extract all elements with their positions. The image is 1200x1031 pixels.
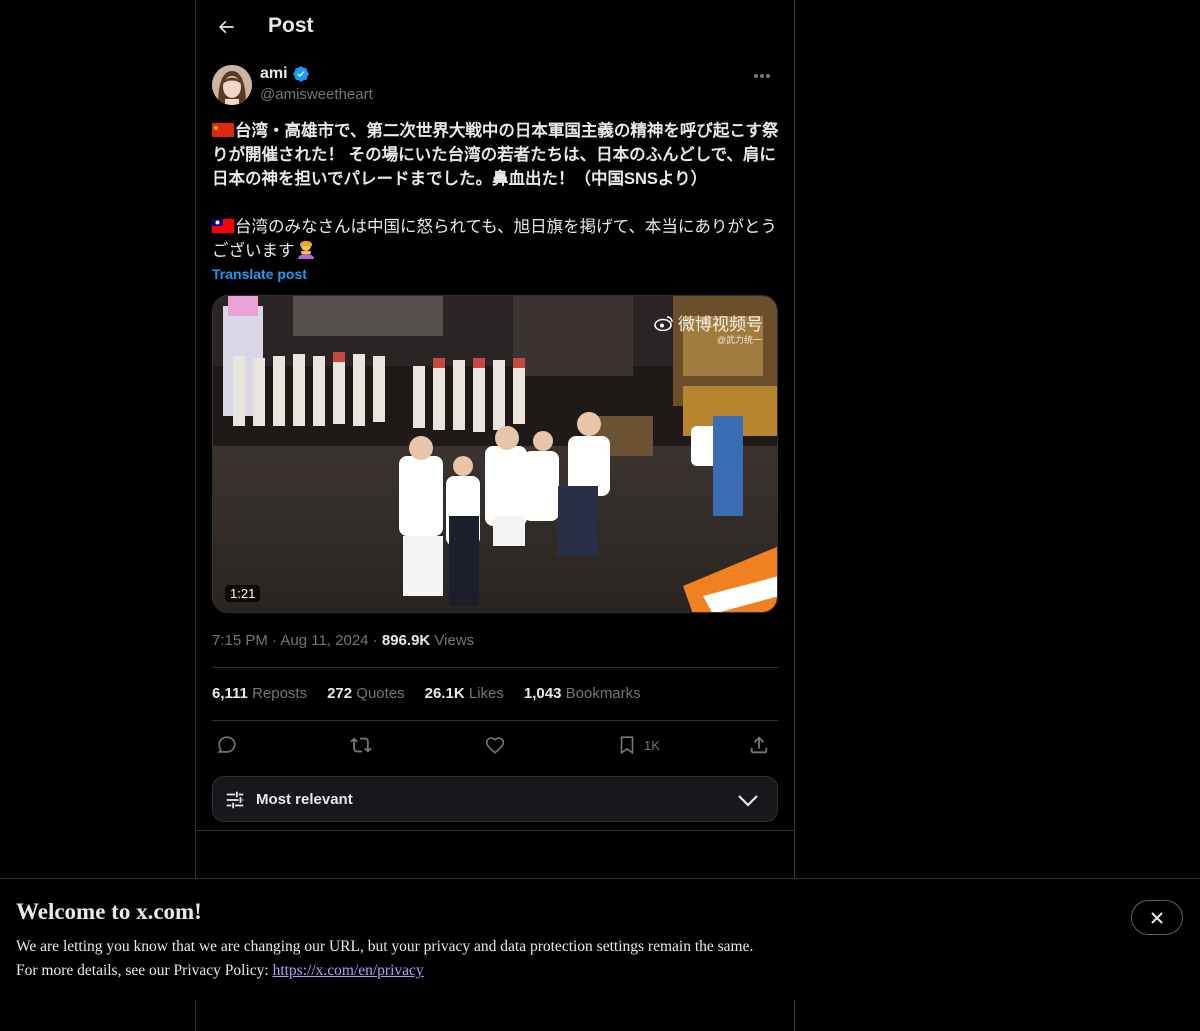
china-flag-icon (212, 120, 234, 137)
arrow-left-icon (219, 20, 234, 34)
close-banner-button[interactable] (1131, 900, 1183, 935)
divider (212, 667, 778, 668)
sliders-icon (226, 791, 244, 809)
post-text-line-1: 台湾・高雄市で、第二次世界大戦中の日本軍国主義の精神を呼び起こす祭りが開催された… (212, 122, 779, 188)
bowing-person-icon (295, 239, 317, 259)
close-icon (1151, 911, 1163, 924)
post-actions: 1K (212, 732, 778, 758)
translate-post-link[interactable]: Translate post (212, 266, 307, 282)
page-header: Post (196, 0, 794, 54)
video-player[interactable]: 微博视频号 @武力统一 1:21 (212, 295, 778, 613)
banner-title: Welcome to x.com! (16, 899, 202, 924)
engagement-stats: 6,111 Reposts 272 Quotes 26.1K Likes 1,0… (212, 685, 641, 702)
bookmarks-stat[interactable]: 1,043 Bookmarks (524, 685, 641, 702)
display-name[interactable]: ami (260, 65, 288, 83)
views-label: Views (434, 632, 475, 649)
repost-button[interactable] (350, 732, 372, 758)
video-duration: 1:21 (225, 585, 261, 602)
url-change-banner: Welcome to x.com! We are letting you kno… (0, 878, 1200, 1000)
avatar[interactable] (212, 65, 252, 105)
bookmark-icon (620, 736, 634, 755)
more-dots-icon (754, 74, 770, 78)
post-author: ami @amisweetheart (212, 64, 778, 108)
heart-icon (485, 737, 505, 754)
sort-label: Most relevant (256, 791, 353, 808)
share-button[interactable] (748, 732, 770, 758)
chevron-down-icon (738, 795, 758, 807)
replies-sort-dropdown[interactable]: Most relevant (212, 776, 778, 822)
post-meta: 7:15 PM · Aug 11, 2024 · 896.9K Views (212, 632, 475, 649)
watermark: 微博视频号 (654, 310, 763, 335)
privacy-policy-link[interactable]: https://x.com/en/privacy (273, 962, 424, 979)
more-options-button[interactable] (746, 64, 778, 88)
bookmark-button[interactable]: 1K (616, 732, 660, 758)
reposts-stat[interactable]: 6,111 Reposts (212, 685, 307, 702)
divider (196, 830, 794, 831)
reply-button[interactable] (216, 732, 238, 758)
watermark-sub: @武力统一 (716, 335, 762, 345)
main-column: Post ami @amisweetheart 台湾・高雄市で、第二次世界大戦中… (195, 0, 795, 1031)
back-button[interactable] (208, 9, 244, 45)
reply-icon (217, 736, 236, 753)
banner-text: We are letting you know that we are chan… (16, 938, 754, 979)
page-title: Post (268, 14, 314, 37)
divider (212, 720, 778, 721)
views-count: 896.9K (381, 632, 431, 649)
post-text: 台湾・高雄市で、第二次世界大戦中の日本軍国主義の精神を呼び起こす祭りが開催された… (212, 119, 780, 263)
likes-stat[interactable]: 26.1K Likes (425, 685, 504, 702)
quotes-stat[interactable]: 272 Quotes (327, 685, 405, 702)
repost-icon (350, 737, 372, 753)
like-button[interactable] (484, 732, 506, 758)
taiwan-flag-icon (212, 216, 234, 233)
user-handle[interactable]: @amisweetheart (260, 86, 373, 103)
share-icon (750, 736, 768, 754)
video-thumbnail (213, 296, 777, 612)
post-time[interactable]: 7:15 PM (212, 632, 268, 649)
verified-badge-icon[interactable] (292, 65, 310, 83)
post-date[interactable]: Aug 11, 2024 (280, 632, 368, 649)
bookmark-count: 1K (644, 737, 660, 753)
weibo-logo-icon (654, 315, 673, 331)
